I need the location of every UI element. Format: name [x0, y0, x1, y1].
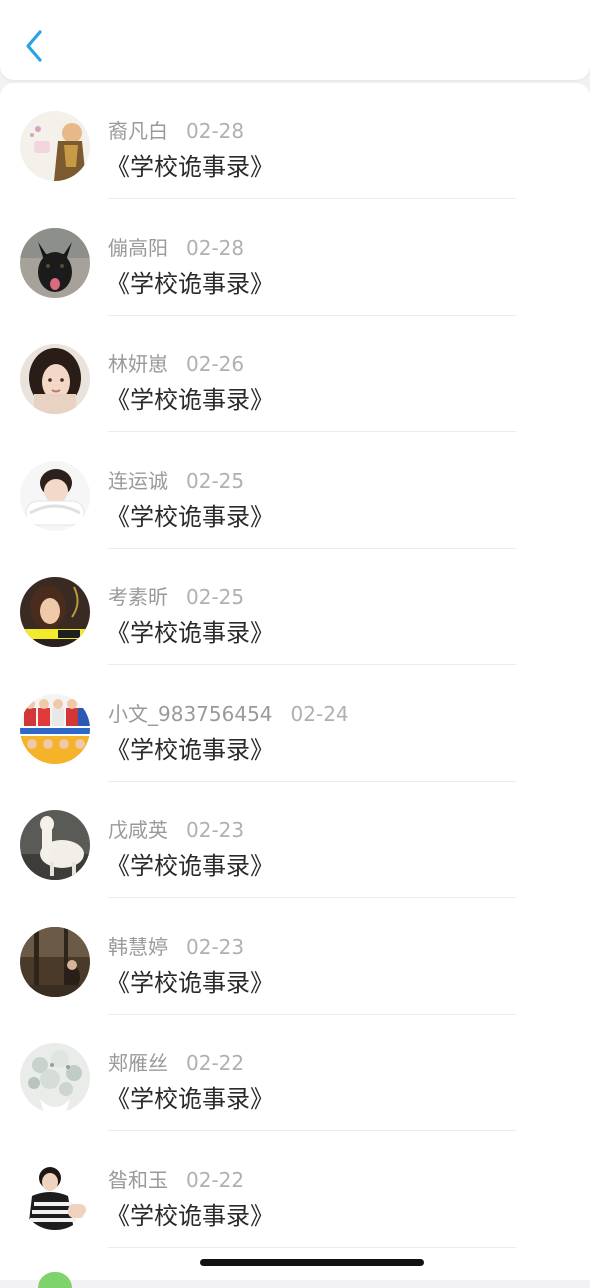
reader-meta: 小文_983756454 02-24: [108, 698, 349, 727]
book-title[interactable]: 《学校诡事录》: [106, 380, 274, 415]
read-date: 02-22: [186, 1051, 245, 1075]
list-item[interactable]: 郏雁丝 02-22 《学校诡事录》: [0, 1015, 590, 1131]
read-date: 02-26: [186, 352, 245, 376]
list-item[interactable]: 裔凡白 02-28 《学校诡事录》: [0, 83, 590, 199]
chevron-left-icon: [26, 30, 42, 62]
reader-name[interactable]: 小文_983756454: [108, 702, 273, 726]
read-date: 02-23: [186, 818, 245, 842]
book-title[interactable]: 《学校诡事录》: [106, 264, 274, 299]
reader-name[interactable]: 昝和玉: [108, 1168, 168, 1192]
read-date: 02-24: [290, 701, 349, 726]
book-title[interactable]: 《学校诡事录》: [106, 1196, 274, 1231]
reader-name[interactable]: 傰高阳: [108, 236, 168, 260]
read-date: 02-25: [186, 468, 245, 493]
read-date: 02-22: [186, 1167, 245, 1192]
book-title[interactable]: 《学校诡事录》: [106, 613, 274, 648]
avatar[interactable]: [20, 577, 90, 647]
row-divider: [108, 1246, 516, 1248]
back-button[interactable]: [18, 26, 54, 66]
reader-name[interactable]: 韩慧婷: [108, 935, 168, 959]
list-item[interactable]: 傰高阳 02-28 《学校诡事录》: [0, 200, 590, 316]
avatar[interactable]: [20, 111, 90, 181]
list-item[interactable]: 小文_983756454 02-24 《学校诡事录》: [0, 666, 590, 782]
read-date: 02-28: [186, 119, 245, 143]
list-item[interactable]: 林妍崽 02-26 《学校诡事录》: [0, 316, 590, 432]
avatar[interactable]: [20, 693, 90, 764]
read-date: 02-28: [186, 235, 245, 260]
reader-meta: 林妍崽 02-26: [108, 348, 244, 377]
reader-meta: 傰高阳 02-28: [108, 232, 244, 261]
reader-name[interactable]: 郏雁丝: [108, 1051, 168, 1075]
reader-name[interactable]: 戊咸英: [108, 818, 168, 842]
list-item[interactable]: 戊咸英 02-23 《学校诡事录》: [0, 782, 590, 898]
reader-meta: 戊咸英 02-23: [108, 814, 244, 843]
reader-name[interactable]: 裔凡白: [108, 119, 168, 143]
reader-meta: 连运诚 02-25: [108, 465, 244, 494]
book-title[interactable]: 《学校诡事录》: [106, 963, 274, 998]
home-indicator: [200, 1259, 424, 1266]
reader-meta: 裔凡白 02-28: [108, 115, 244, 144]
avatar[interactable]: [20, 926, 90, 997]
avatar[interactable]: [20, 810, 90, 880]
reader-meta: 郏雁丝 02-22: [108, 1047, 244, 1076]
list-item[interactable]: 昝和玉 02-22 《学校诡事录》: [0, 1132, 590, 1248]
avatar[interactable]: [20, 344, 90, 414]
book-title[interactable]: 《学校诡事录》: [106, 497, 274, 532]
reader-meta: 韩慧婷 02-23: [108, 931, 244, 960]
list-item[interactable]: 考素昕 02-25 《学校诡事录》: [0, 549, 590, 665]
reader-list: 裔凡白 02-28 《学校诡事录》 傰高阳 02-28 《学校诡事录》 林妍崽 02-26 《学…: [0, 83, 590, 1280]
reader-name[interactable]: 考素昕: [108, 585, 168, 609]
read-date: 02-23: [186, 934, 245, 959]
list-item[interactable]: 连运诚 02-25 《学校诡事录》: [0, 433, 590, 549]
reader-name[interactable]: 连运诚: [108, 469, 168, 493]
read-date: 02-25: [186, 585, 245, 609]
avatar[interactable]: [20, 1159, 90, 1230]
reader-name[interactable]: 林妍崽: [108, 352, 168, 376]
avatar[interactable]: [20, 1043, 90, 1113]
reader-meta: 昝和玉 02-22: [108, 1164, 244, 1193]
top-nav-bar: [0, 0, 590, 80]
book-title[interactable]: 《学校诡事录》: [106, 1079, 274, 1114]
avatar[interactable]: [20, 227, 90, 298]
book-title[interactable]: 《学校诡事录》: [106, 730, 274, 765]
reader-meta: 考素昕 02-25: [108, 581, 244, 610]
book-title[interactable]: 《学校诡事录》: [106, 846, 274, 881]
avatar[interactable]: [20, 460, 90, 531]
book-title[interactable]: 《学校诡事录》: [106, 147, 274, 182]
list-item[interactable]: 韩慧婷 02-23 《学校诡事录》: [0, 899, 590, 1015]
